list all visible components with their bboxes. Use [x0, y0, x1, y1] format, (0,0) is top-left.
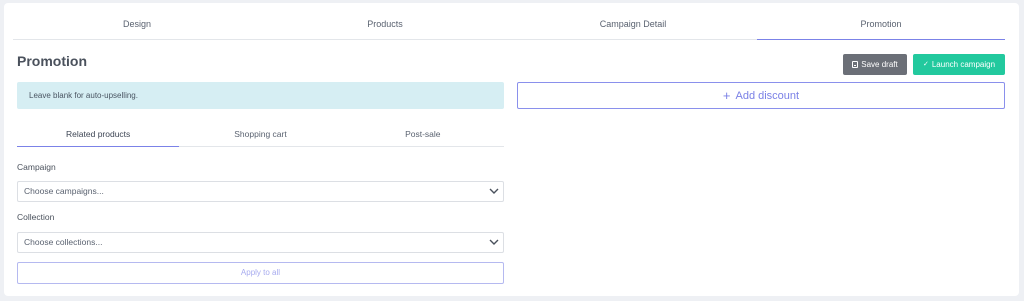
add-discount-button[interactable]: + Add discount	[517, 82, 1005, 109]
document-icon	[852, 61, 859, 68]
collection-placeholder: Choose collections...	[24, 237, 103, 247]
collection-select[interactable]: Choose collections...	[17, 232, 504, 253]
step-design[interactable]: Design	[13, 11, 261, 39]
promotion-subtabs: Related products Shopping cart Post-sale	[17, 122, 504, 147]
launch-campaign-label: Launch campaign	[931, 60, 996, 69]
info-alert: Leave blank for auto-upselling.	[17, 82, 504, 109]
campaign-placeholder: Choose campaigns...	[24, 186, 104, 196]
check-icon: ✓	[922, 61, 929, 68]
wizard-steps: Design Products Campaign Detail Promotio…	[13, 11, 1005, 40]
page-title: Promotion	[17, 53, 87, 69]
tab-post-sale[interactable]: Post-sale	[342, 122, 504, 146]
plus-icon: +	[722, 88, 731, 103]
tab-related-products[interactable]: Related products	[17, 122, 180, 147]
save-draft-label: Save draft	[861, 60, 898, 69]
step-campaign-detail[interactable]: Campaign Detail	[509, 11, 757, 39]
campaign-select[interactable]: Choose campaigns...	[17, 181, 504, 202]
alert-text: Leave blank for auto-upselling.	[29, 91, 138, 100]
launch-campaign-button[interactable]: ✓ Launch campaign	[913, 54, 1005, 75]
tab-shopping-cart[interactable]: Shopping cart	[179, 122, 341, 146]
add-discount-label: Add discount	[735, 89, 800, 102]
save-draft-button[interactable]: Save draft	[843, 54, 907, 75]
chevron-down-icon	[489, 188, 499, 194]
campaign-label: Campaign	[17, 162, 56, 172]
step-promotion[interactable]: Promotion	[757, 11, 1005, 40]
apply-to-all-button[interactable]: Apply to all	[17, 262, 504, 284]
chevron-down-icon	[489, 239, 499, 245]
step-products[interactable]: Products	[261, 11, 509, 39]
collection-label: Collection	[17, 212, 55, 222]
